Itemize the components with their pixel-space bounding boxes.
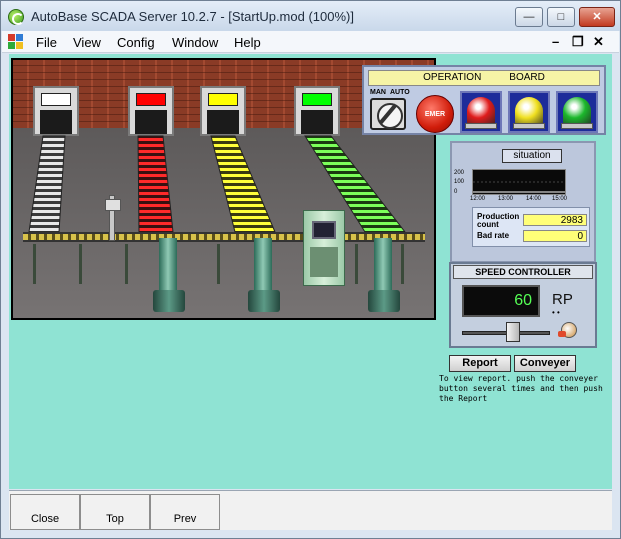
prev-button[interactable]: Prev: [150, 494, 220, 530]
machine-3: [368, 238, 400, 313]
situation-x-tick-3: 14:00: [526, 196, 542, 202]
auto-label: AUTO: [390, 89, 410, 96]
bottom-toolbar: Close Top Prev: [9, 490, 612, 530]
document-icon[interactable]: [8, 34, 24, 50]
yellow-beacon-icon[interactable]: [508, 91, 550, 133]
production-count-value: 2983: [523, 214, 587, 226]
bad-rate-label: Bad rate: [477, 231, 510, 240]
window-title: AutoBase SCADA Server 10.2.7 - [StartUp.…: [31, 9, 354, 24]
bad-rate-value: 0: [523, 230, 587, 242]
speed-display: 60: [462, 285, 540, 317]
lane-1: [28, 135, 66, 233]
menu-window[interactable]: Window: [172, 35, 218, 50]
top-button[interactable]: Top: [80, 494, 150, 530]
situation-y-tick-0: 0: [454, 189, 458, 195]
minimize-button[interactable]: —: [515, 7, 543, 27]
menu-bar: File View Config Window Help – ❐ ✕: [2, 31, 619, 53]
menu-help[interactable]: Help: [234, 35, 261, 50]
robot-arm: [101, 195, 123, 241]
speed-unit-dots: • •: [552, 308, 560, 317]
speed-knob-icon[interactable]: [558, 322, 577, 338]
situation-y-tick-200: 200: [454, 170, 465, 176]
machine-2: [248, 238, 280, 313]
menu-file[interactable]: File: [36, 35, 57, 50]
main-conveyor: [23, 232, 425, 242]
mdi-minimize-button[interactable]: –: [552, 34, 559, 49]
man-auto-selector-switch[interactable]: [370, 98, 406, 130]
instruction-note: To view report. push the conveyer button…: [439, 374, 603, 403]
situation-x-tick-1: 12:00: [470, 196, 486, 202]
mdi-restore-button[interactable]: ❐: [572, 34, 584, 50]
emergency-stop-button[interactable]: EMER: [416, 95, 454, 133]
operation-board: OPERATION BOARD MAN AUTO EMER: [362, 65, 606, 135]
red-beacon-icon[interactable]: [460, 91, 502, 133]
menu-config[interactable]: Config: [117, 35, 155, 50]
situation-panel: situation 200 100 0 12:00 13:00 14:00 15…: [450, 141, 596, 263]
speed-slider-thumb[interactable]: [506, 322, 521, 342]
control-cabinet: [303, 210, 345, 286]
menu-view[interactable]: View: [73, 35, 101, 50]
production-counts: Production count 2983 Bad rate 0: [472, 207, 590, 247]
speed-unit: RP: [552, 291, 573, 308]
man-label: MAN: [370, 89, 386, 96]
production-count-label: Production count: [477, 212, 520, 229]
lane-3: [210, 135, 276, 233]
lane-2: [137, 135, 174, 233]
situation-y-tick-100: 100: [454, 179, 465, 185]
situation-x-tick-4: 15:00: [552, 196, 568, 202]
maximize-button[interactable]: □: [547, 7, 575, 27]
app-window: AutoBase SCADA Server 10.2.7 - [StartUp.…: [0, 0, 621, 539]
report-button[interactable]: Report: [449, 355, 511, 372]
title-bar[interactable]: AutoBase SCADA Server 10.2.7 - [StartUp.…: [1, 1, 620, 31]
green-beacon-icon[interactable]: [556, 91, 598, 133]
conveyer-button[interactable]: Conveyer: [514, 355, 576, 372]
autobase-logo-icon: [8, 9, 24, 25]
close-window-button[interactable]: ✕: [579, 7, 615, 27]
machine-1: [153, 238, 185, 313]
situation-x-tick-2: 13:00: [498, 196, 514, 202]
situation-trend-chart: [472, 169, 566, 195]
operation-board-title: OPERATION BOARD: [368, 70, 600, 86]
close-button[interactable]: Close: [10, 494, 80, 530]
situation-title: situation: [502, 149, 562, 163]
speed-controller-panel: SPEED CONTROLLER 60 RP • •: [449, 262, 597, 348]
scada-canvas: OPERATION BOARD MAN AUTO EMER situation 2…: [9, 54, 612, 489]
mdi-close-button[interactable]: ✕: [593, 34, 604, 50]
speed-controller-title: SPEED CONTROLLER: [453, 265, 593, 279]
